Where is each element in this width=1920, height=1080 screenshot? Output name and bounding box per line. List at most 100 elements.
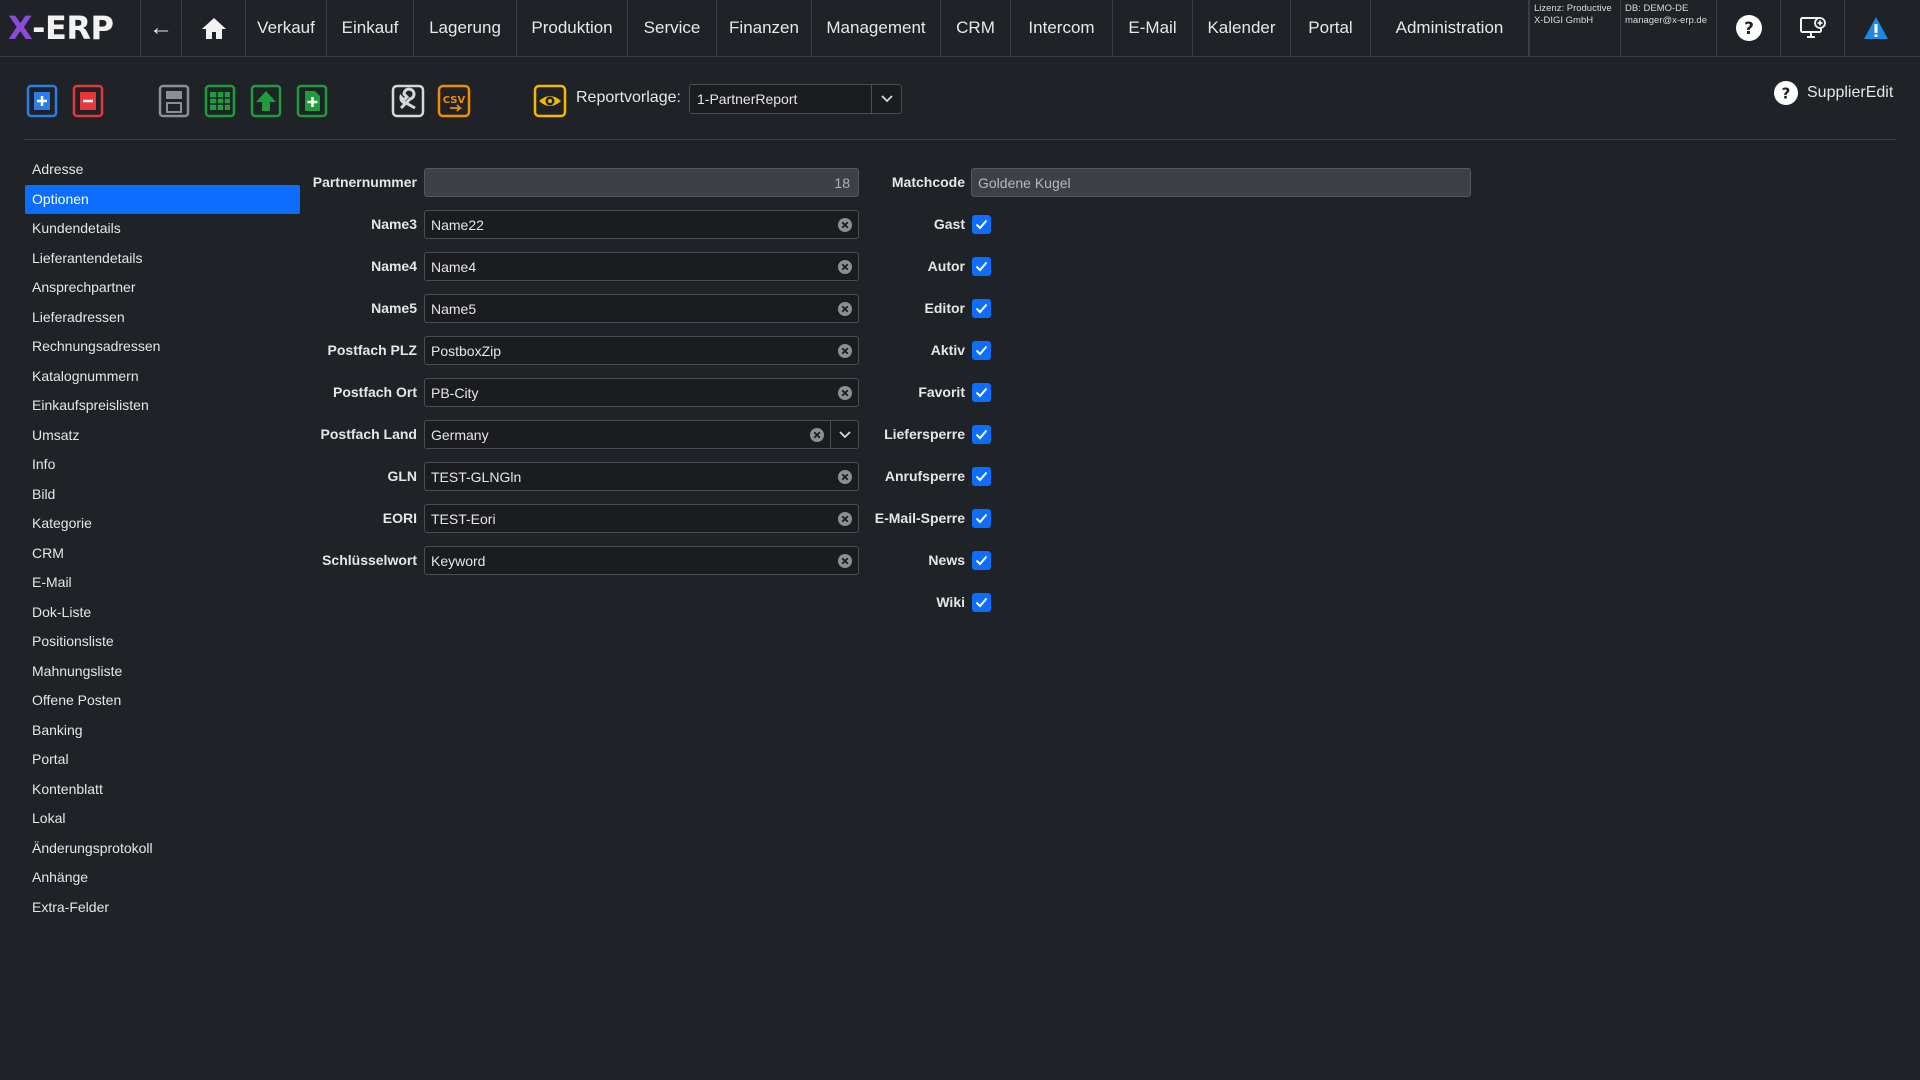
nav-kalender[interactable]: Kalender [1193,0,1291,56]
home-button[interactable] [182,0,246,56]
table-view-button[interactable] [203,84,237,118]
postfach-plz-input[interactable]: PostboxZip [424,336,859,365]
aktiv-checkbox-label: Aktiv [930,342,965,358]
csv-export-button[interactable]: CSV [437,84,471,118]
sidebar-item-offene-posten[interactable]: Offene Posten [25,686,300,716]
sidebar-item-portal[interactable]: Portal [25,745,300,775]
preview-report-button[interactable] [533,84,567,118]
nav-finanzen[interactable]: Finanzen [717,0,812,56]
eori-value: TEST-Eori [431,510,496,527]
sidebar-item-extra-felder[interactable]: Extra-Felder [25,893,300,923]
sidebar-item-aenderungsprotokoll[interactable]: Änderungsprotokoll [25,834,300,864]
sidebar-item-e-mail[interactable]: E-Mail [25,568,300,598]
svg-text:?: ? [1782,85,1791,103]
name5-label: Name5 [371,300,417,316]
anrufsperre-checkbox-label: Anrufsperre [884,468,965,484]
anrufsperre-checkbox[interactable] [972,467,991,486]
check-icon [975,471,988,482]
schluesselwort-value: Keyword [431,552,486,569]
divider [24,139,1896,140]
postfach-ort-label: Postfach Ort [332,384,417,400]
sidebar-item-ansprechpartner[interactable]: Ansprechpartner [25,273,300,303]
name5-input[interactable]: Name5 [424,294,859,323]
csv-icon: CSV [437,84,471,118]
nav-produktion[interactable]: Produktion [517,0,628,56]
nav-lagerung[interactable]: Lagerung [414,0,517,56]
nav-email[interactable]: E-Mail [1113,0,1193,56]
sidebar-item-anhaenge[interactable]: Anhänge [25,863,300,893]
news-checkbox[interactable] [972,551,991,570]
name4-value: Name4 [431,258,477,275]
postfach-land-input[interactable]: Germany [424,420,859,449]
add-file-button[interactable] [295,84,329,118]
sidebar-item-kontenblatt[interactable]: Kontenblatt [25,775,300,805]
page-title: SupplierEdit [1807,84,1894,101]
nav-intercom[interactable]: Intercom [1011,0,1113,56]
sidebar-item-dok-liste[interactable]: Dok-Liste [25,598,300,628]
sidebar-item-lokal[interactable]: Lokal [25,804,300,834]
gln-input[interactable]: TEST-GLNGln [424,462,859,491]
back-button[interactable]: ← [140,0,182,56]
favorit-checkbox[interactable] [972,383,991,402]
liefersperre-checkbox-label: Liefersperre [884,426,965,442]
svg-text:CSV: CSV [443,95,466,106]
aktiv-checkbox[interactable] [972,341,991,360]
settings-button[interactable] [391,84,425,118]
info-button[interactable] [1845,0,1907,56]
check-icon [975,219,988,230]
eori-input[interactable]: TEST-Eori [424,504,859,533]
add-file-icon [296,84,328,118]
check-icon [975,345,988,356]
editor-checkbox-label: Editor [924,300,965,316]
nav-management[interactable]: Management [812,0,941,56]
nav-administration[interactable]: Administration [1371,0,1529,56]
nav-service[interactable]: Service [628,0,717,56]
delete-document-icon [72,84,104,118]
postfach-land-value: Germany [431,426,489,443]
gln-label: GLN [387,468,417,484]
remote-desktop-button[interactable] [1781,0,1845,56]
delete-record-button[interactable] [71,84,105,118]
question-icon: ? [1735,15,1762,41]
nav-portal[interactable]: Portal [1291,0,1371,56]
save-button[interactable] [157,84,191,118]
news-checkbox-label: News [928,552,965,568]
report-template-value: 1-PartnerReport [697,91,798,107]
name3-value: Name22 [431,216,484,233]
page-help[interactable]: ? SupplierEdit [1773,80,1893,106]
schluesselwort-input[interactable]: Keyword [424,546,859,575]
e-mail-sperre-checkbox[interactable] [972,509,991,528]
home-icon [201,18,226,39]
e-mail-sperre-checkbox-label: E-Mail-Sperre [874,510,965,526]
report-template-select[interactable]: 1-PartnerReport [689,84,902,114]
wiki-checkbox[interactable] [972,593,991,612]
nav-crm[interactable]: CRM [941,0,1011,56]
sidebar-item-banking[interactable]: Banking [25,716,300,746]
help-button[interactable]: ? [1717,0,1781,56]
sidebar-item-mahnungsliste[interactable]: Mahnungsliste [25,657,300,687]
table-icon [204,84,236,118]
sidebar-item-positionsliste[interactable]: Positionsliste [25,627,300,657]
upload-icon [250,84,282,118]
new-record-button[interactable] [25,84,59,118]
postfach-land-label: Postfach Land [320,426,417,442]
app-logo[interactable]: X -ERP [0,0,140,56]
name3-input[interactable]: Name22 [424,210,859,239]
new-document-icon [26,84,58,118]
matchcode-value: Goldene Kugel [978,174,1071,191]
name5-value: Name5 [431,300,477,317]
favorit-checkbox-label: Favorit [918,384,965,400]
eori-label: EORI [382,510,417,526]
nav-einkauf[interactable]: Einkauf [327,0,414,56]
name4-input[interactable]: Name4 [424,252,859,281]
editor-checkbox[interactable] [972,299,991,318]
check-icon [975,555,988,566]
nav-verkauf[interactable]: Verkauf [246,0,327,56]
svg-text:?: ? [1744,19,1754,39]
postfach-ort-input[interactable]: PB-City [424,378,859,407]
gast-checkbox[interactable] [972,215,991,234]
autor-checkbox[interactable] [972,257,991,276]
upload-button[interactable] [249,84,283,118]
postfach-plz-label: Postfach PLZ [327,342,417,358]
liefersperre-checkbox[interactable] [972,425,991,444]
